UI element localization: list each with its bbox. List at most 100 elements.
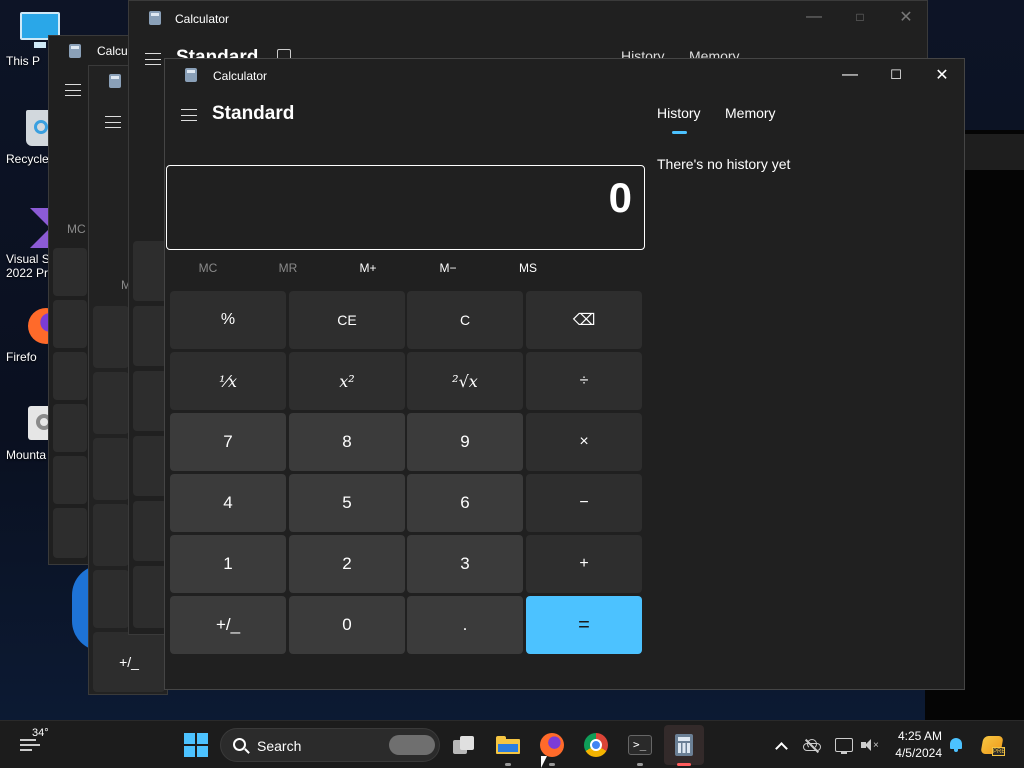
mouse-cursor-icon [541,756,547,768]
search-icon-handle [244,748,250,754]
display-value: 0 [608,174,632,221]
subtract-key[interactable]: − [526,474,642,532]
clear-entry-key[interactable]: CE [289,291,405,349]
chrome-icon [584,733,608,757]
calc-key[interactable] [93,438,129,500]
firefox-button[interactable] [534,721,570,768]
minimize-button[interactable]: — [791,1,837,33]
digit-3-key[interactable]: 3 [407,535,523,593]
calc-key[interactable] [93,372,129,434]
memory-store-button[interactable]: MS [498,261,558,275]
tab-history[interactable]: History [657,105,701,121]
firefox-icon [540,733,564,757]
calc-key[interactable] [53,456,87,504]
close-button[interactable]: ✕ [919,59,965,91]
divide-key[interactable]: ÷ [526,352,642,410]
weather-temperature: 34° [32,727,49,739]
digit-1-key[interactable]: 1 [170,535,286,593]
notifications-button[interactable] [946,721,966,768]
multiply-key[interactable]: × [526,413,642,471]
close-button[interactable]: ✕ [883,1,929,33]
percent-key[interactable]: % [170,291,286,349]
clear-key[interactable]: C [407,291,523,349]
title-bar[interactable]: Calculator — ☐ ✕ [165,59,964,91]
calculator-app-icon [69,44,81,58]
folder-icon [496,736,520,754]
calc-key[interactable] [133,241,167,301]
menu-icon[interactable] [65,84,81,96]
volume-button[interactable]: × [858,721,882,768]
calc-key[interactable] [133,566,167,628]
memory-subtract-button[interactable]: M− [418,261,478,275]
calc-key[interactable] [133,501,167,561]
history-empty-message: There's no history yet [657,156,791,172]
memory-add-button[interactable]: M+ [338,261,398,275]
running-indicator [505,763,511,766]
add-key[interactable]: + [526,535,642,593]
file-explorer-button[interactable] [490,721,526,768]
digit-7-key[interactable]: 7 [170,413,286,471]
digit-4-key[interactable]: 4 [170,474,286,532]
onedrive-status-button[interactable] [800,721,824,768]
square-key[interactable]: x² [289,352,405,410]
calc-key[interactable] [93,570,129,628]
chrome-button[interactable] [578,721,614,768]
running-indicator [637,763,643,766]
window-edge-bar [965,134,1024,170]
calc-key[interactable] [133,371,167,431]
calc-key[interactable] [133,436,167,496]
taskbar: 34° Search >_ × 4:25 AM 4/5/2024 PRE [0,720,1024,768]
memory-clear-button[interactable]: MC [178,261,238,275]
start-button[interactable] [178,721,214,768]
calc-key[interactable] [53,248,87,296]
tab-memory[interactable]: Memory [725,105,776,121]
calc-key[interactable] [93,504,129,566]
terminal-icon: >_ [628,735,652,755]
digit-8-key[interactable]: 8 [289,413,405,471]
calculator-taskbar-button[interactable] [664,725,704,766]
task-view-button[interactable] [446,721,482,768]
calc-key[interactable] [133,306,167,366]
weather-widget[interactable]: 34° [12,721,56,768]
calc-key[interactable] [53,404,87,452]
reciprocal-key[interactable]: ⅟x [170,352,286,410]
digit-5-key[interactable]: 5 [289,474,405,532]
digit-6-key[interactable]: 6 [407,474,523,532]
maximize-button[interactable]: ☐ [873,59,919,91]
memory-recall-button[interactable]: MR [258,261,318,275]
digit-0-key[interactable]: 0 [289,596,405,654]
calculator-app-icon [109,74,121,88]
mode-title: Standard [212,103,295,124]
terminal-button[interactable]: >_ [622,721,658,768]
equals-key[interactable]: = [526,596,642,654]
show-hidden-icons-button[interactable] [770,721,792,768]
digit-2-key[interactable]: 2 [289,535,405,593]
maximize-button[interactable]: □ [837,1,883,33]
windows-logo-icon [184,733,208,757]
copilot-button[interactable]: PRE [976,721,1008,768]
minimize-button[interactable]: — [827,59,873,91]
clock-date[interactable]: 4/5/2024 [880,746,942,760]
clock-time[interactable]: 4:25 AM [880,729,942,743]
calc-key[interactable] [53,508,87,558]
menu-icon[interactable] [181,109,197,121]
digit-9-key[interactable]: 9 [407,413,523,471]
calc-key[interactable] [53,352,87,400]
wind-icon [20,739,40,753]
square-root-key[interactable]: ²√x [407,352,523,410]
search-input[interactable]: Search [220,728,440,762]
menu-icon[interactable] [105,116,121,128]
calc-key[interactable] [53,300,87,348]
chevron-up-icon [774,741,788,755]
calculator-window[interactable]: Calculator — ☐ ✕ Standard 0 MC MR M+ M− … [164,58,965,690]
negate-key[interactable]: +/_ [170,596,286,654]
calc-key[interactable] [93,306,129,368]
backspace-key[interactable]: ⌫ [526,291,642,349]
mc-button[interactable]: MC [67,222,86,236]
calculator-icon [675,734,693,756]
negate-key[interactable]: +/_ [93,632,165,692]
network-button[interactable] [832,721,856,768]
menu-icon[interactable] [145,53,161,65]
running-indicator [549,763,555,766]
decimal-key[interactable]: . [407,596,523,654]
